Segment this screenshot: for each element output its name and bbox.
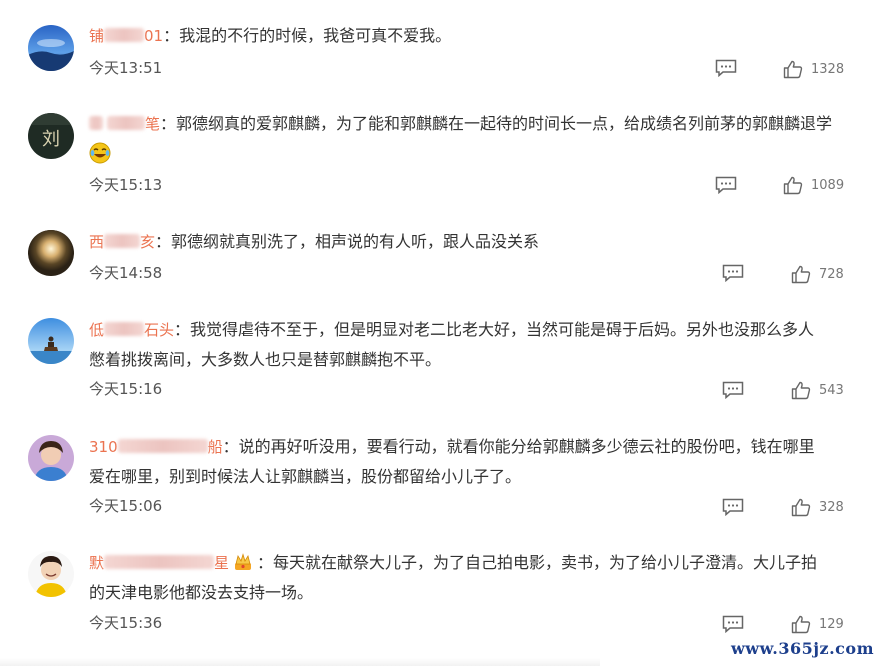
comment-text: 默星：每天就在献祭大儿子，为了自己拍电影，卖书，为了给小儿子澄清。大儿子拍 的天… bbox=[89, 553, 818, 602]
crown-badge-icon bbox=[235, 553, 252, 570]
like-count: 1089 bbox=[811, 178, 845, 193]
comment-text: 310 船：说的再好听没用，要看行动，就看你能分给郭麒麟多少德云社的股份吧，钱在哪… bbox=[89, 437, 815, 486]
username[interactable]: 默星 bbox=[89, 554, 229, 572]
thumbs-up-icon bbox=[791, 381, 811, 400]
timestamp: 今天15:13 bbox=[89, 176, 163, 194]
comment-text: 低石头：我觉得虐待不至于，但是明显对老二比老大好，当然可能是碍于后妈。另外也没那… bbox=[89, 320, 815, 369]
like-button[interactable]: 1328 bbox=[783, 60, 844, 79]
like-button[interactable]: 328 bbox=[791, 498, 844, 517]
thumbs-up-icon bbox=[783, 176, 803, 195]
like-count: 328 bbox=[819, 500, 844, 515]
reply-icon[interactable] bbox=[722, 615, 744, 634]
like-count: 543 bbox=[819, 383, 844, 398]
like-count: 1328 bbox=[811, 62, 845, 77]
avatar[interactable] bbox=[28, 230, 74, 276]
username[interactable]: 310 船 bbox=[89, 438, 223, 456]
comment-text: 西亥：郭德纲就真别洗了，相声说的有人听，跟人品没关系 bbox=[89, 232, 540, 251]
like-count: 129 bbox=[819, 617, 844, 632]
reply-icon[interactable] bbox=[715, 176, 737, 195]
crying-laughing-emoji bbox=[89, 142, 111, 164]
avatar[interactable] bbox=[28, 25, 74, 71]
like-button[interactable]: 129 bbox=[791, 615, 844, 634]
comment-text: 笔：郭德纲真的爱郭麒麟，为了能和郭麒麟在一起待的时间长一点，给成绩名列前茅的郭麒… bbox=[89, 109, 859, 168]
username[interactable]: 西亥 bbox=[89, 233, 155, 251]
avatar[interactable]: 刘 bbox=[28, 113, 74, 159]
reply-icon[interactable] bbox=[722, 264, 744, 283]
username[interactable]: 笔 bbox=[89, 115, 160, 133]
thumbs-up-icon bbox=[791, 498, 811, 517]
like-button[interactable]: 728 bbox=[791, 265, 844, 284]
timestamp: 今天15:06 bbox=[89, 497, 163, 515]
bottom-edge bbox=[0, 658, 600, 666]
username[interactable]: 低石头 bbox=[89, 321, 174, 339]
watermark: www.365jz.com bbox=[731, 639, 874, 658]
avatar-char: 刘 bbox=[42, 129, 60, 150]
reply-icon[interactable] bbox=[722, 381, 744, 400]
timestamp: 今天15:36 bbox=[89, 614, 163, 632]
reply-icon[interactable] bbox=[722, 498, 744, 517]
comment-text: 铺 01：我混的不行的时候，我爸可真不爱我。 bbox=[89, 26, 452, 45]
thumbs-up-icon bbox=[791, 265, 811, 284]
thumbs-up-icon bbox=[791, 615, 811, 634]
avatar[interactable] bbox=[28, 435, 74, 481]
timestamp: 今天13:51 bbox=[89, 59, 163, 77]
thumbs-up-icon bbox=[783, 60, 803, 79]
timestamp: 今天14:58 bbox=[89, 264, 163, 282]
like-button[interactable]: 543 bbox=[791, 381, 844, 400]
avatar[interactable] bbox=[28, 551, 74, 597]
username[interactable]: 铺 01 bbox=[89, 27, 163, 45]
timestamp: 今天15:16 bbox=[89, 380, 163, 398]
like-count: 728 bbox=[819, 267, 844, 282]
like-button[interactable]: 1089 bbox=[783, 176, 844, 195]
reply-icon[interactable] bbox=[715, 59, 737, 78]
avatar[interactable] bbox=[28, 318, 74, 364]
